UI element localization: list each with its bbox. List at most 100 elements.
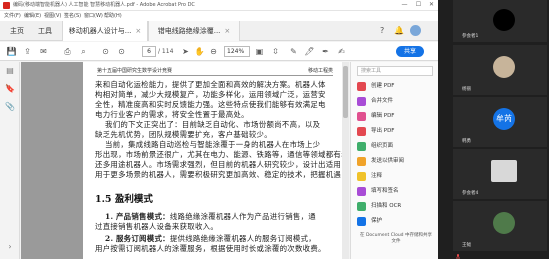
print-icon[interactable]: ⎙ <box>62 46 73 57</box>
zoom-out-icon[interactable]: ⊖ <box>208 46 219 57</box>
expand-panel-icon[interactable]: › <box>5 242 15 252</box>
avatar <box>493 9 515 31</box>
tool-item[interactable]: 发送以供审阅 <box>357 155 437 168</box>
close-tab-icon[interactable]: × <box>224 27 230 35</box>
menu-view[interactable]: 视图(V) <box>44 11 61 21</box>
hand-icon[interactable]: ✋ <box>194 46 205 57</box>
scrollbar-thumb[interactable] <box>343 66 348 118</box>
section-heading: 1.5 盈利模式 <box>95 194 153 205</box>
body-line: 还多用途机器人。市场需求强烈，但目前的机器人研究较少，设计出适用 <box>95 160 342 169</box>
zoom-select[interactable]: 124% <box>224 46 250 57</box>
avatar[interactable] <box>410 25 421 36</box>
participant-name: 王钺 <box>462 243 471 248</box>
page-header: 第十五届中国研究生数学设计竞赛 移动工程类 <box>97 68 333 76</box>
menu-file[interactable]: 文件(F) <box>4 11 21 21</box>
next-page-icon[interactable]: ⊙ <box>116 46 127 57</box>
toolbar: 💾 ⇪ ✉ ⎙ ⌕ ⊙ ⊙ 6 / 114 ➤ ✋ ⊖ 124% ▣ ⇳ ✎ 🖊… <box>0 42 438 61</box>
prev-page-icon[interactable]: ⊙ <box>100 46 111 57</box>
share-button[interactable]: 共享 <box>396 46 424 57</box>
help-icon[interactable]: ? <box>380 26 384 36</box>
page-total: / 114 <box>158 48 174 55</box>
tool-item[interactable]: 保护 <box>357 215 437 228</box>
tools-pane: 搜索工具 创建 PDF 合并文件编辑 PDF 导出 PDF 组织页面发送以供审阅 注释填… <box>350 62 438 259</box>
tool-item-label: 填写和签名 <box>371 188 399 194</box>
tool-item-label: 编辑 PDF <box>371 113 395 119</box>
acrobat-window: 编码(移动端智能机器人) 人工智能 智慧移动机器人.pdf - Adobe Ac… <box>0 0 438 259</box>
tab-document-label: 移动机器人设计与... <box>68 27 132 35</box>
sign-icon[interactable]: ✒ <box>320 46 331 57</box>
scroll-mode-icon[interactable]: ⇳ <box>270 46 281 57</box>
tool-item[interactable]: 组织页面 <box>357 140 437 153</box>
fit-page-icon[interactable]: ▣ <box>254 46 265 57</box>
bell-icon[interactable]: 🔔 <box>394 26 404 36</box>
close-button[interactable]: ✕ <box>425 0 438 10</box>
document-cloud-promo[interactable]: 在 Document Cloud 中存储和共享文件 <box>359 233 433 245</box>
tool-item-label: 组织页面 <box>371 143 394 149</box>
body-line: 当前，集成线路自动巡检与智能涂覆于一身的机器人在市场上少 <box>105 140 321 149</box>
page-header-left: 第十五届中国研究生数学设计竞赛 <box>97 68 173 74</box>
body-line: 我们的下文正突出了：目前缺乏自动化、市场份额尚不高，以及 <box>105 120 321 129</box>
menu-sign[interactable]: 签名(S) <box>64 11 81 21</box>
protect-icon <box>357 217 366 226</box>
tab-home[interactable]: 主页 <box>4 21 30 41</box>
participant-tile[interactable]: 杨丽 <box>453 45 547 103</box>
tool-item-label: 发送以供审阅 <box>371 158 405 164</box>
muted-mic-icon <box>456 244 460 259</box>
page-number-input[interactable]: 6 <box>142 46 156 57</box>
maximize-button[interactable]: ☐ <box>412 0 425 10</box>
tool-item[interactable]: 注释 <box>357 170 437 183</box>
avatar <box>493 56 515 78</box>
upload-icon[interactable]: ⇪ <box>22 46 33 57</box>
attachment-icon[interactable]: 📎 <box>5 102 15 112</box>
avatar <box>493 212 515 234</box>
page-thumbnails-icon[interactable]: ▤ <box>5 66 15 76</box>
participant-name: 杨丽 <box>462 87 471 92</box>
minimize-button[interactable]: — <box>398 0 411 10</box>
tool-item[interactable]: 编辑 PDF <box>357 110 437 123</box>
muted-mic-icon <box>456 192 460 207</box>
menu-window[interactable]: 窗口(W) <box>84 11 103 21</box>
document-viewport[interactable]: 第十五届中国研究生数学设计竞赛 移动工程类 来和自动化运检能力，提供了更加全面和… <box>21 62 349 259</box>
tool-item[interactable]: 导出 PDF <box>357 125 437 138</box>
tab-document-2[interactable]: 错电线路绝缘涂覆... × <box>148 21 240 41</box>
muted-mic-icon <box>456 35 460 50</box>
tool-item[interactable]: 合并文件 <box>357 95 437 108</box>
send-review-icon <box>357 157 366 166</box>
tool-item[interactable]: 填写和签名 <box>357 185 437 198</box>
avatar <box>491 160 517 182</box>
tab-bar: 主页 工具 移动机器人设计与... × 错电线路绝缘涂覆... × ? 🔔 <box>0 21 438 41</box>
participant-tile[interactable]: 牟芮 韩勇 <box>453 97 547 155</box>
tab-tools[interactable]: 工具 <box>32 21 58 41</box>
close-tab-icon[interactable]: × <box>135 27 141 35</box>
tool-item[interactable]: 创建 PDF <box>357 80 437 93</box>
bookmark-icon[interactable]: 🔖 <box>5 84 15 94</box>
section-text: 提供线路绝缘涂覆机器人的服务订阅模式， <box>169 234 316 243</box>
organize-pages-icon <box>357 142 366 151</box>
body-line: 用于更多场景的机器人，需要积极研究更加高效、稳定的技术，把握机遇！ <box>95 170 349 179</box>
comment-icon <box>357 172 366 181</box>
participant-tile[interactable]: 参会者1 <box>453 0 547 50</box>
comment-icon[interactable]: ✎ <box>288 46 299 57</box>
fill-sign-icon[interactable]: ✍ <box>336 46 347 57</box>
highlight-icon[interactable]: 🖊 <box>304 46 315 57</box>
tools-search-input[interactable]: 搜索工具 <box>357 66 433 76</box>
body-line: 来和自动化运检能力，提供了更加全面和高效的解决方案。机器人体 <box>95 80 326 89</box>
body-line: 全性，精准度高和实时反馈能力强。这些特点使我们能够有效满足电 <box>95 100 326 109</box>
fill-sign-icon <box>357 187 366 196</box>
participant-tile[interactable]: 王钺 <box>453 201 547 259</box>
left-navigation-rail: ▤ 🔖 📎 › <box>0 62 20 259</box>
section-line: 用户按需订阅机器人的涂覆服务，根据使用时长或涂覆的次数收费。 <box>95 244 326 253</box>
participant-tile[interactable]: 参会者4 <box>453 149 547 207</box>
menu-help[interactable]: 帮助(H) <box>104 11 122 21</box>
search-icon[interactable]: ⌕ <box>78 46 89 57</box>
tool-item-label: 注释 <box>371 173 383 179</box>
tab-document[interactable]: 移动机器人设计与... × <box>62 21 148 41</box>
document-scrollbar[interactable] <box>342 62 349 259</box>
save-icon[interactable]: 💾 <box>6 46 17 57</box>
select-cursor-icon[interactable]: ➤ <box>180 46 191 57</box>
tool-item-label: 创建 PDF <box>371 83 395 89</box>
tool-item[interactable]: 扫描和 OCR <box>357 200 437 213</box>
mail-icon[interactable]: ✉ <box>38 46 49 57</box>
menu-edit[interactable]: 编辑(E) <box>24 11 41 21</box>
tool-item-label: 合并文件 <box>371 98 394 104</box>
